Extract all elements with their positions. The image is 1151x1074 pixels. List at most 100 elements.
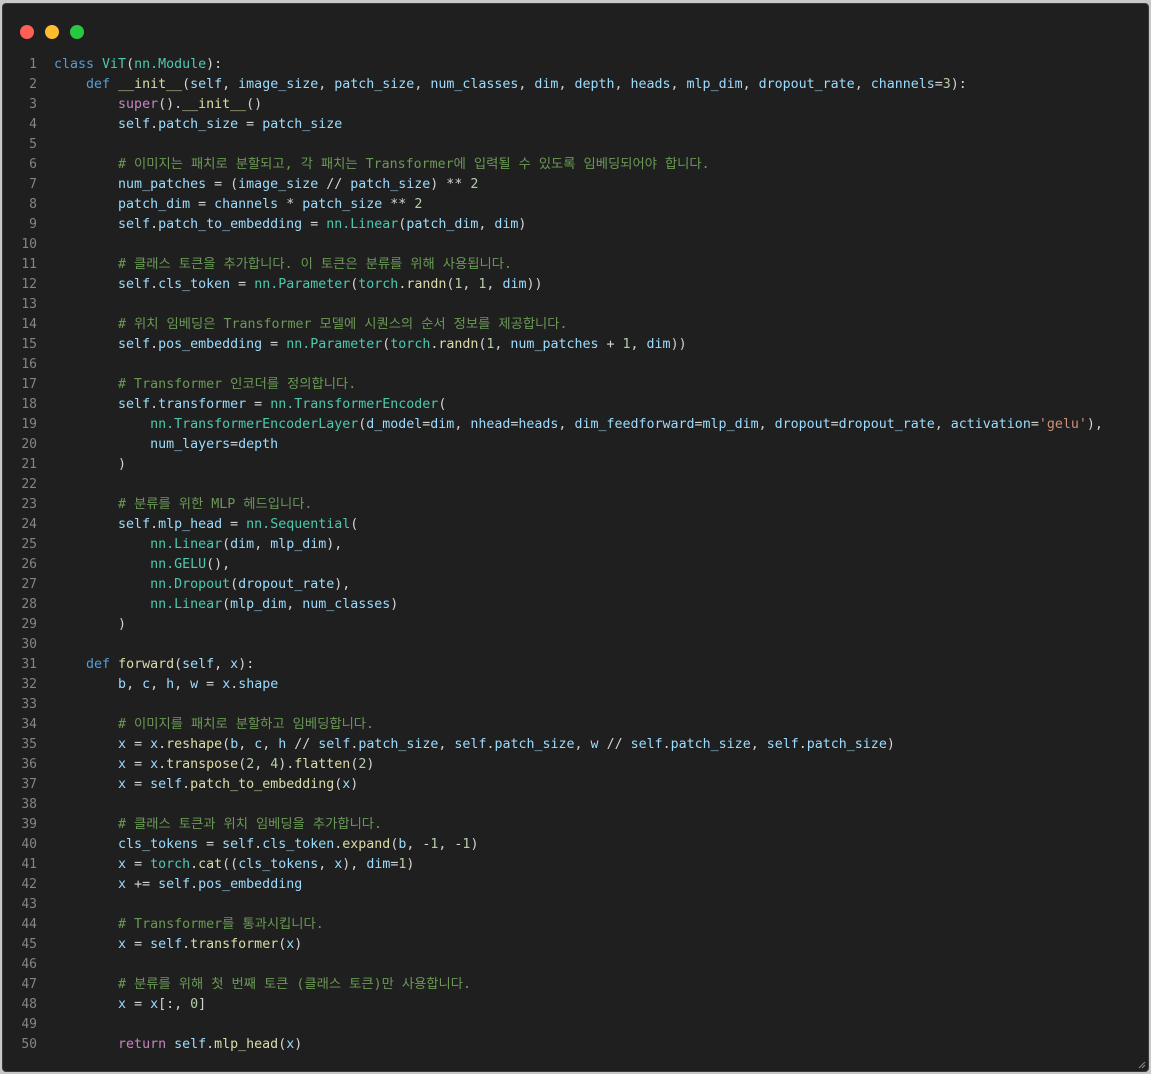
code-token: dim — [366, 857, 391, 872]
code-token: ( — [278, 1037, 287, 1052]
line-number: 34 — [21, 717, 37, 732]
resize-handle-icon[interactable] — [1136, 1059, 1146, 1069]
code-line: 3 super().__init__() — [3, 95, 1148, 115]
code-token: . — [158, 757, 167, 772]
code-token: pos_embedding — [158, 337, 263, 352]
code-token: self — [118, 277, 151, 292]
code-token: , — [478, 217, 495, 232]
code-token: ( — [222, 737, 231, 752]
code-token: , — [854, 77, 871, 92]
code-token: = — [1030, 417, 1039, 432]
code-token: dim — [646, 337, 671, 352]
code-token: mlp_dim — [270, 537, 327, 552]
line-number: 50 — [21, 1037, 37, 1052]
code-token: ). — [278, 757, 295, 772]
code-token: , — [742, 77, 759, 92]
code-line: 2 def __init__(self, image_size, patch_s… — [3, 75, 1148, 95]
code-line: 6 # 이미지는 패치로 분할되고, 각 패치는 Transformer에 입력… — [3, 155, 1148, 175]
code-token: = — [190, 197, 215, 212]
line-number: 39 — [21, 817, 37, 832]
code-token: 'gelu' — [1038, 417, 1087, 432]
code-token: patch_dim — [406, 217, 479, 232]
code-token: num_classes — [430, 77, 519, 92]
code-token: depth — [238, 437, 279, 452]
code-token: patch_to_embedding — [158, 217, 303, 232]
code-token: x — [150, 997, 159, 1012]
line-number: 44 — [21, 917, 37, 932]
code-text: def __init__(self, image_size, patch_siz… — [54, 75, 967, 95]
code-token: transpose — [166, 757, 239, 772]
code-token: ), — [326, 537, 343, 552]
code-text: # 이미지는 패치로 분할되고, 각 패치는 Transformer에 입력될 … — [54, 155, 710, 175]
code-token: channels — [214, 197, 279, 212]
code-token: = — [126, 737, 151, 752]
code-token: = — [126, 857, 151, 872]
code-token: patch_size — [262, 117, 343, 132]
code-token: nn.TransformerEncoder — [270, 397, 439, 412]
code-token: , — [318, 857, 335, 872]
code-token: flatten — [294, 757, 351, 772]
code-token: x — [230, 657, 239, 672]
code-token: ( — [126, 57, 135, 72]
code-token: 2 — [414, 197, 423, 212]
line-number: 29 — [21, 617, 37, 632]
minimize-icon[interactable] — [45, 25, 59, 39]
code-token: nn.Sequential — [246, 517, 351, 532]
code-token: ] — [198, 997, 207, 1012]
line-number: 40 — [21, 837, 37, 852]
code-token: transformer — [158, 397, 247, 412]
code-token: ) — [886, 737, 895, 752]
code-token: shape — [238, 677, 279, 692]
code-token: patch_size — [158, 117, 239, 132]
code-token: . — [150, 277, 159, 292]
code-token: ): — [206, 57, 223, 72]
line-number: 45 — [21, 937, 37, 952]
code-token: self — [766, 737, 799, 752]
code-token: = — [694, 417, 703, 432]
code-line: 32 b, c, h, w = x.shape — [3, 675, 1148, 695]
line-number: 19 — [21, 417, 37, 432]
code-token: cls_tokens — [238, 857, 319, 872]
code-line: 42 x += self.pos_embedding — [3, 875, 1148, 895]
code-line: 39 # 클래스 토큰과 위치 임베딩을 추가합니다. — [3, 815, 1148, 835]
code-text: num_layers=depth — [54, 435, 278, 455]
code-token: , — [414, 77, 431, 92]
line-number: 15 — [21, 337, 37, 352]
line-number: 33 — [21, 697, 37, 712]
code-token: mlp_dim — [686, 77, 743, 92]
code-token: . — [150, 337, 159, 352]
code-token: randn — [438, 337, 479, 352]
code-token: heads — [630, 77, 671, 92]
code-line: 4 self.patch_size = patch_size — [3, 115, 1148, 135]
code-token: x — [118, 857, 127, 872]
code-token: nn.Linear — [150, 537, 223, 552]
close-icon[interactable] — [20, 25, 34, 39]
code-token: = — [126, 777, 151, 792]
line-number: 13 — [21, 297, 37, 312]
code-token: (). — [158, 97, 183, 112]
code-token: (), — [206, 557, 231, 572]
code-token: [:, — [158, 997, 191, 1012]
code-token: ) — [350, 777, 359, 792]
code-token: self — [174, 1037, 207, 1052]
code-token: dropout — [774, 417, 831, 432]
code-line: 41 x = torch.cat((cls_tokens, x), dim=1) — [3, 855, 1148, 875]
code-token: ( — [350, 517, 359, 532]
code-token: , — [614, 77, 631, 92]
code-token: . — [798, 737, 807, 752]
code-token: self — [150, 777, 183, 792]
code-text: cls_tokens = self.cls_token.expand(b, -1… — [54, 835, 478, 855]
maximize-icon[interactable] — [70, 25, 84, 39]
code-token: , — [558, 417, 575, 432]
code-token: . — [150, 517, 159, 532]
